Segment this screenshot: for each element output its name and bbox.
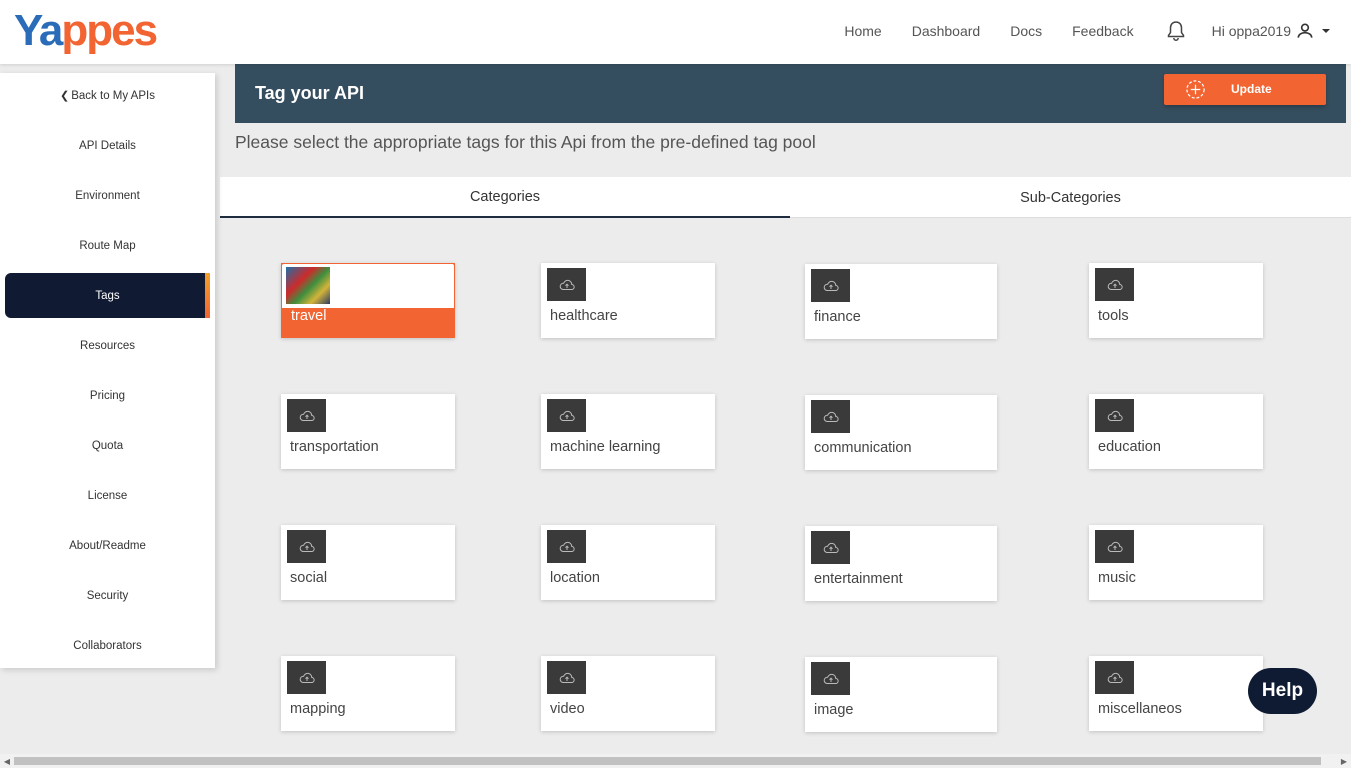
person-icon — [1297, 23, 1313, 38]
cloud-upload-icon — [1095, 661, 1134, 694]
sidebar-item-pricing[interactable]: Pricing — [5, 373, 210, 418]
sidebar-item-about-readme[interactable]: About/Readme — [5, 523, 210, 568]
tab-categories[interactable]: Categories — [220, 177, 790, 218]
yappes-logo[interactable]: Yappes — [14, 6, 158, 56]
user-greeting: Hi oppa2019 — [1211, 23, 1291, 39]
logo-text-3: es — [111, 6, 158, 55]
tag-tabs: Categories Sub-Categories — [220, 177, 1351, 218]
tag-card-image[interactable]: image — [805, 657, 997, 732]
top-navbar: Yappes Home Dashboard Docs Feedback Hi o… — [0, 0, 1351, 64]
sidebar-item-api-details[interactable]: API Details — [5, 123, 210, 168]
logo-text-1: Ya — [14, 6, 63, 55]
tag-card-location[interactable]: location — [541, 525, 715, 600]
sidebar-item-tags[interactable]: Tags — [5, 273, 210, 318]
tag-card-video[interactable]: video — [541, 656, 715, 731]
tag-card-tools[interactable]: tools — [1089, 263, 1263, 338]
nav-docs[interactable]: Docs — [1010, 23, 1042, 39]
cloud-upload-icon — [547, 530, 586, 563]
tag-card-transportation[interactable]: transportation — [281, 394, 455, 469]
tag-label: travel — [291, 308, 327, 324]
sidebar-item-environment[interactable]: Environment — [5, 173, 210, 218]
cloud-upload-icon — [287, 399, 326, 432]
tag-card-music[interactable]: music — [1089, 525, 1263, 600]
tag-label: social — [290, 570, 328, 586]
nav-dashboard[interactable]: Dashboard — [912, 23, 981, 39]
update-button[interactable]: Update — [1164, 74, 1326, 105]
cloud-upload-icon — [1095, 399, 1134, 432]
tag-card-entertainment[interactable]: entertainment — [805, 526, 997, 601]
cloud-upload-icon — [811, 531, 850, 564]
tag-card-communication[interactable]: communication — [805, 395, 997, 470]
tag-label: machine learning — [550, 439, 661, 455]
tag-card-social[interactable]: social — [281, 525, 455, 600]
cloud-upload-icon — [1095, 530, 1134, 563]
nav-feedback[interactable]: Feedback — [1072, 23, 1133, 39]
page-header: Tag your API Update — [235, 64, 1346, 123]
user-menu[interactable]: Hi oppa2019 — [1212, 21, 1333, 41]
tag-label: miscellaneos — [1098, 701, 1182, 717]
horizontal-scrollbar[interactable]: ◀ ▶ — [0, 754, 1351, 768]
cloud-upload-icon — [811, 662, 850, 695]
cloud-upload-icon — [1095, 268, 1134, 301]
tag-card-finance[interactable]: finance — [805, 264, 997, 339]
tag-card-education[interactable]: education — [1089, 394, 1263, 469]
tag-card-miscellaneos[interactable]: miscellaneos — [1089, 656, 1263, 731]
caret-down-icon — [1322, 29, 1330, 33]
update-label: Update — [1231, 82, 1272, 96]
sidebar-item-security[interactable]: Security — [5, 573, 210, 618]
tag-label: healthcare — [550, 308, 618, 324]
api-sidebar: ❮ Back to My APIs API Details Environment… — [0, 73, 215, 668]
tag-label: mapping — [290, 701, 346, 717]
sidebar-item-resources[interactable]: Resources — [5, 323, 210, 368]
chevron-left-icon: ❮ — [60, 90, 70, 102]
cloud-upload-icon — [811, 400, 850, 433]
scroll-left-arrow-icon[interactable]: ◀ — [0, 754, 14, 768]
page-subtitle: Please select the appropriate tags for t… — [235, 132, 816, 152]
tag-label: music — [1098, 570, 1136, 586]
tag-card-mapping[interactable]: mapping — [281, 656, 455, 731]
tag-label: education — [1098, 439, 1161, 455]
bell-icon[interactable] — [1164, 19, 1188, 43]
sidebar-item-collaborators[interactable]: Collaborators — [5, 623, 210, 668]
cloud-upload-icon — [547, 661, 586, 694]
tag-label: finance — [814, 309, 861, 325]
sidebar-item-quota[interactable]: Quota — [5, 423, 210, 468]
sidebar-item-license[interactable]: License — [5, 473, 210, 518]
tag-card-machine-learning[interactable]: machine learning — [541, 394, 715, 469]
cloud-upload-icon — [547, 399, 586, 432]
add-circle-icon — [1186, 80, 1205, 99]
tag-label: transportation — [290, 439, 379, 455]
tag-label: video — [550, 701, 585, 717]
nav-home[interactable]: Home — [844, 23, 881, 39]
tag-label: location — [550, 570, 600, 586]
cloud-upload-icon — [811, 269, 850, 302]
tag-label: communication — [814, 440, 912, 456]
sidebar-item-route-map[interactable]: Route Map — [5, 223, 210, 268]
tag-image — [286, 267, 330, 304]
cloud-upload-icon — [547, 268, 586, 301]
tag-label: entertainment — [814, 571, 903, 587]
scroll-right-arrow-icon[interactable]: ▶ — [1337, 754, 1351, 768]
help-button[interactable]: Help — [1248, 668, 1317, 714]
scrollbar-thumb[interactable] — [14, 757, 1321, 765]
cloud-upload-icon — [287, 661, 326, 694]
tag-label: tools — [1098, 308, 1129, 324]
page-title: Tag your API — [255, 83, 365, 103]
back-to-apis-link[interactable]: ❮ Back to My APIs — [5, 73, 210, 118]
nav-links: Home Dashboard Docs Feedback Hi oppa2019 — [844, 0, 1351, 62]
logo-text-2: pp — [61, 6, 113, 55]
tab-sub-categories[interactable]: Sub-Categories — [790, 177, 1351, 218]
tag-card-travel[interactable]: travel — [281, 263, 455, 338]
back-label: Back to My APIs — [71, 89, 155, 102]
cloud-upload-icon — [287, 530, 326, 563]
tag-label: image — [814, 702, 854, 718]
tag-card-healthcare[interactable]: healthcare — [541, 263, 715, 338]
